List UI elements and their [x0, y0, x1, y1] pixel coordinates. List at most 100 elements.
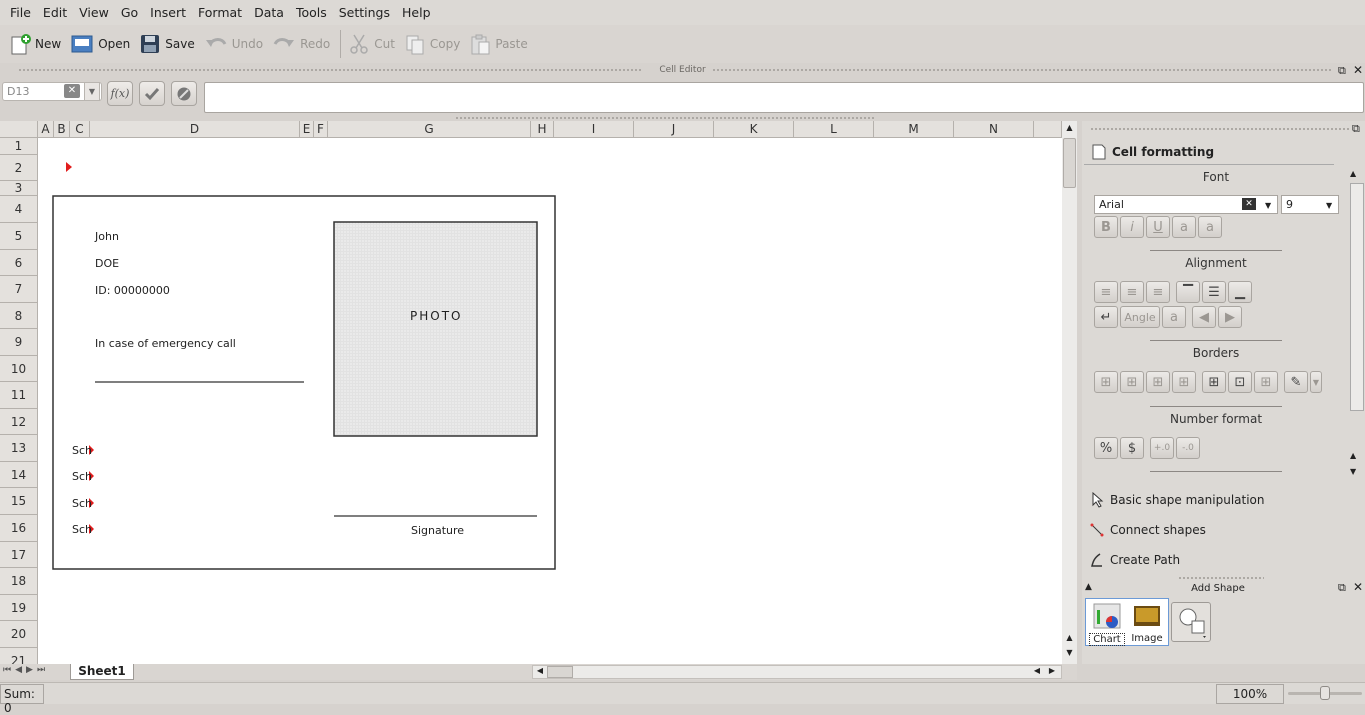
- scroll-up-icon[interactable]: ▲: [1063, 123, 1076, 136]
- bold-button[interactable]: B: [1094, 216, 1118, 238]
- row-header[interactable]: 7: [0, 276, 38, 303]
- scroll-up-icon[interactable]: ▲: [1350, 169, 1364, 181]
- row-header[interactable]: 14: [0, 462, 38, 488]
- row-header[interactable]: 15: [0, 488, 38, 515]
- scroll-thumb[interactable]: [1063, 138, 1076, 188]
- column-header[interactable]: F: [314, 121, 328, 138]
- column-header[interactable]: N: [954, 121, 1034, 138]
- chevron-down-icon[interactable]: ▼: [1310, 371, 1322, 393]
- wrap-text-button[interactable]: ↵: [1094, 306, 1118, 328]
- menu-go[interactable]: Go: [115, 0, 144, 25]
- align-bottom-button[interactable]: ▁: [1228, 281, 1252, 303]
- column-header[interactable]: L: [794, 121, 874, 138]
- menu-format[interactable]: Format: [192, 0, 248, 25]
- undock-icon[interactable]: ⧉: [1352, 122, 1360, 136]
- menu-data[interactable]: Data: [248, 0, 290, 25]
- border-all-button[interactable]: ⊞: [1202, 371, 1226, 393]
- cell-formatting-tab[interactable]: Cell formatting: [1084, 139, 1334, 165]
- column-header[interactable]: E: [300, 121, 314, 138]
- accept-button[interactable]: [139, 81, 165, 106]
- border-right-button[interactable]: ⊞: [1120, 371, 1144, 393]
- cut-button[interactable]: Cut: [345, 29, 401, 59]
- currency-button[interactable]: $: [1120, 437, 1144, 459]
- increase-indent-button[interactable]: ▶: [1218, 306, 1242, 328]
- align-middle-button[interactable]: ☰: [1202, 281, 1226, 303]
- row-header[interactable]: 19: [0, 595, 38, 621]
- row-header[interactable]: 21: [0, 648, 38, 664]
- column-header[interactable]: G: [328, 121, 531, 138]
- paste-button[interactable]: Paste: [466, 29, 533, 59]
- undo-button[interactable]: Undo: [201, 29, 269, 59]
- subscript-button[interactable]: a: [1198, 216, 1222, 238]
- column-header[interactable]: M: [874, 121, 954, 138]
- row-header[interactable]: 18: [0, 568, 38, 595]
- row-header[interactable]: 6: [0, 250, 38, 276]
- underline-button[interactable]: U: [1146, 216, 1170, 238]
- row-header[interactable]: 2: [0, 155, 38, 181]
- align-right-button[interactable]: ≡: [1146, 281, 1170, 303]
- copy-button[interactable]: Copy: [401, 29, 466, 59]
- menu-view[interactable]: View: [73, 0, 115, 25]
- align-top-button[interactable]: ▔: [1176, 281, 1200, 303]
- undock-icon[interactable]: ⧉: [1338, 64, 1346, 78]
- menu-help[interactable]: Help: [396, 0, 437, 25]
- column-header[interactable]: A: [38, 121, 54, 138]
- border-inner-button[interactable]: ⊞: [1254, 371, 1278, 393]
- border-top-button[interactable]: ⊞: [1146, 371, 1170, 393]
- splitter-grip[interactable]: [455, 116, 875, 120]
- scroll-down-icon[interactable]: ▼: [1350, 467, 1364, 479]
- column-header[interactable]: C: [70, 121, 90, 138]
- italic-button[interactable]: i: [1120, 216, 1144, 238]
- row-header[interactable]: 5: [0, 223, 38, 250]
- row-header[interactable]: 10: [0, 356, 38, 382]
- close-icon[interactable]: ✕: [1353, 63, 1363, 77]
- scroll-left-icon[interactable]: ◀: [1031, 666, 1043, 678]
- scroll-left-icon[interactable]: ◀: [534, 666, 546, 678]
- function-wizard-button[interactable]: f(x): [107, 81, 133, 106]
- scroll-up-icon[interactable]: ▲: [1063, 633, 1076, 646]
- select-all-corner[interactable]: [0, 121, 38, 138]
- connect-shapes-tab[interactable]: Connect shapes: [1082, 516, 1365, 544]
- superscript-button[interactable]: a: [1172, 216, 1196, 238]
- shapes-dropdown-button[interactable]: [1171, 602, 1211, 642]
- increase-decimals-button[interactable]: +.0: [1150, 437, 1174, 459]
- column-header[interactable]: J: [634, 121, 714, 138]
- save-button[interactable]: Save: [136, 29, 200, 59]
- scroll-right-icon[interactable]: ▶: [1046, 666, 1058, 678]
- column-header[interactable]: K: [714, 121, 794, 138]
- chart-shape-item[interactable]: Chart: [1089, 602, 1125, 646]
- docker-grip[interactable]: [1090, 127, 1350, 131]
- border-outer-button[interactable]: ⊡: [1228, 371, 1252, 393]
- column-header[interactable]: B: [54, 121, 70, 138]
- undock-icon[interactable]: ⧉: [1338, 581, 1346, 595]
- align-center-button[interactable]: ≡: [1120, 281, 1144, 303]
- vertical-text-button[interactable]: a: [1162, 306, 1186, 328]
- sheet-nav-arrows-icon[interactable]: ⏮◀▶⏭: [3, 665, 49, 675]
- sheet-grid[interactable]: John DOE ID: 00000000 In case of emergen…: [38, 138, 1062, 664]
- new-button[interactable]: New: [6, 29, 67, 59]
- row-header[interactable]: 16: [0, 515, 38, 542]
- chevron-down-icon[interactable]: ▼: [1326, 201, 1332, 210]
- close-icon[interactable]: ✕: [1353, 580, 1363, 594]
- add-shape-grip[interactable]: [1178, 576, 1264, 580]
- panel-scrollbar[interactable]: [1350, 183, 1364, 411]
- chevron-down-icon[interactable]: ▼: [84, 82, 100, 101]
- basic-shape-tab[interactable]: Basic shape manipulation: [1082, 486, 1365, 514]
- align-left-button[interactable]: ≡: [1094, 281, 1118, 303]
- decrease-decimals-button[interactable]: -.0: [1176, 437, 1200, 459]
- clear-icon[interactable]: ✕: [1242, 198, 1256, 210]
- cancel-button[interactable]: [171, 81, 197, 106]
- percent-button[interactable]: %: [1094, 437, 1118, 459]
- column-header[interactable]: D: [90, 121, 300, 138]
- menu-insert[interactable]: Insert: [144, 0, 192, 25]
- image-shape-item[interactable]: Image: [1129, 602, 1165, 644]
- column-header[interactable]: I: [554, 121, 634, 138]
- chevron-down-icon[interactable]: ▼: [1265, 201, 1271, 210]
- open-button[interactable]: Open: [67, 29, 136, 59]
- row-header[interactable]: 9: [0, 329, 38, 356]
- scroll-up-icon[interactable]: ▲: [1350, 451, 1364, 463]
- clear-icon[interactable]: ✕: [64, 84, 80, 98]
- row-header[interactable]: 12: [0, 409, 38, 435]
- row-header[interactable]: 1: [0, 138, 38, 155]
- create-path-tab[interactable]: Create Path: [1082, 546, 1365, 574]
